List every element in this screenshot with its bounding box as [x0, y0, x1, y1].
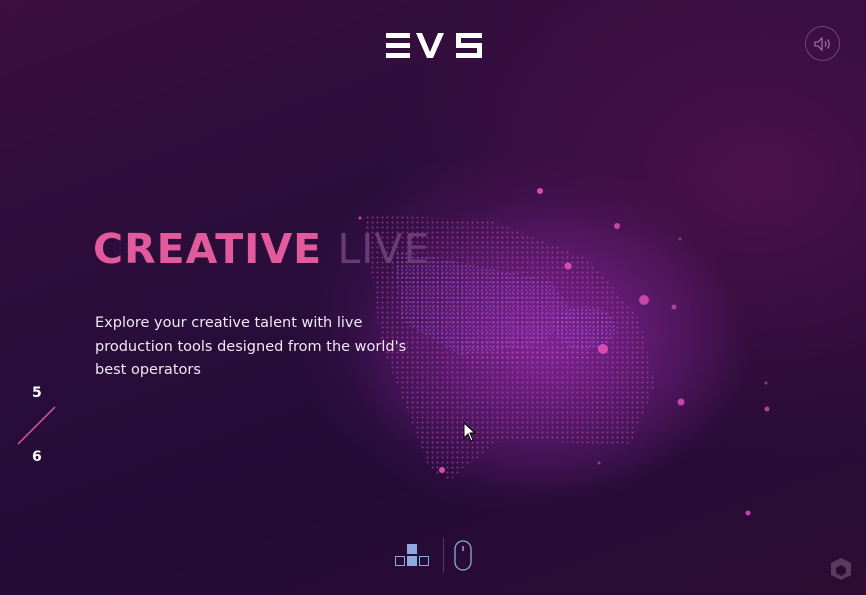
pager-current: 5	[32, 385, 42, 401]
mouse-scroll-icon	[454, 540, 472, 571]
nav-divider	[443, 538, 444, 573]
mouse-pointer-icon	[463, 422, 477, 442]
pager-slash-divider	[17, 406, 56, 445]
section-description: Explore your creative talent with live p…	[95, 315, 407, 378]
slide-pager[interactable]: 5 6	[15, 382, 60, 472]
sections-grid-button[interactable]	[393, 541, 433, 569]
section-title: CREATIVE LIVE	[93, 224, 430, 274]
title-light: LIVE	[337, 225, 431, 273]
brand-cube-icon[interactable]	[830, 557, 852, 581]
floating-particles	[358, 188, 770, 516]
bottom-nav	[393, 538, 477, 573]
title-strong: CREATIVE	[93, 225, 323, 273]
pager-total: 6	[32, 449, 42, 465]
blocks-grid-icon	[395, 544, 429, 566]
